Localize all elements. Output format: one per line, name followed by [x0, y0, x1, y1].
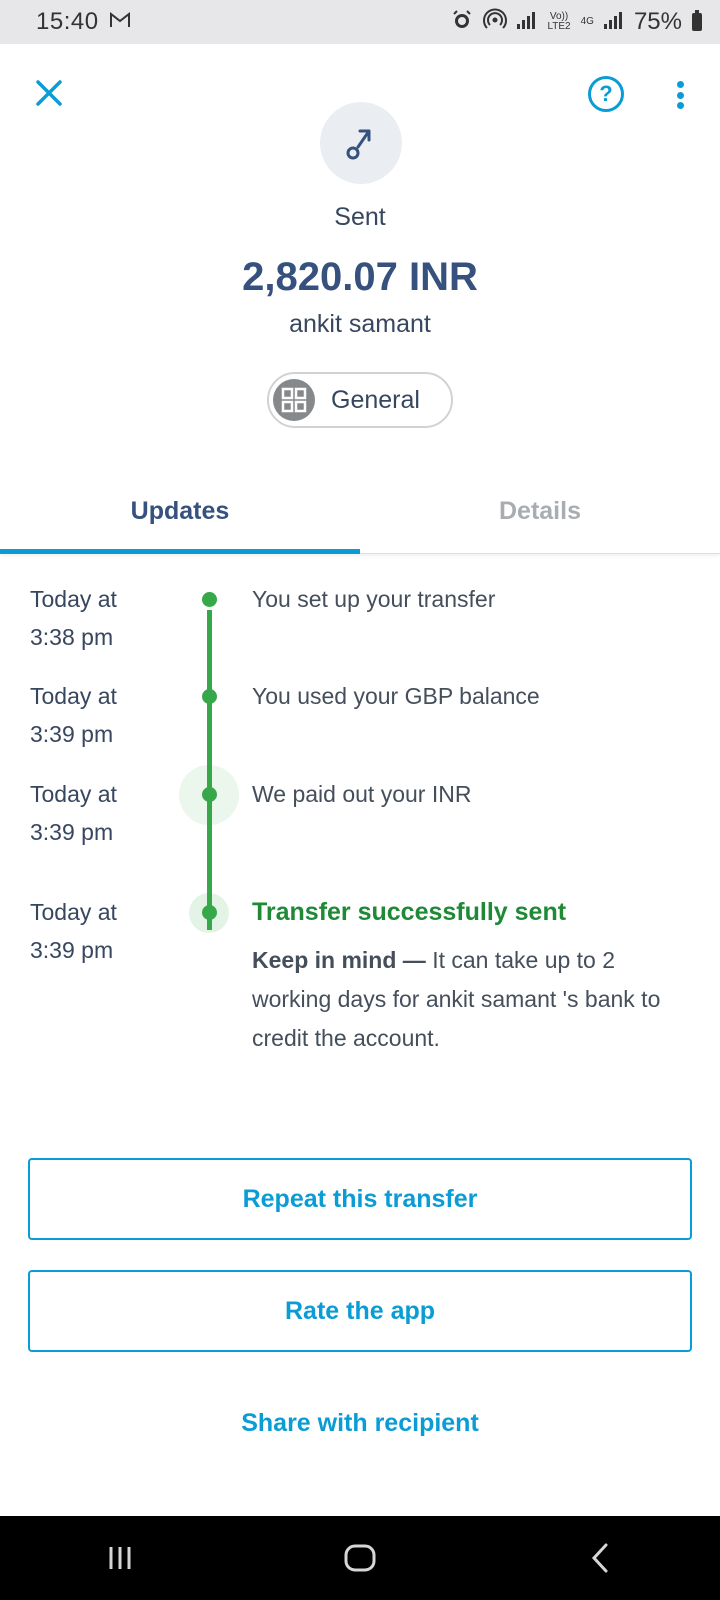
timeline-time-clock: 3:39 pm: [30, 819, 114, 845]
timeline-success-text: Transfer successfully sent: [252, 898, 567, 926]
recents-icon: [109, 1547, 131, 1569]
hotspot-icon: [483, 8, 508, 37]
repeat-transfer-button[interactable]: Repeat this transfer: [28, 1158, 692, 1240]
timeline-time-clock: 3:38 pm: [30, 624, 114, 650]
timeline-time-day: Today at: [30, 683, 117, 709]
timeline-dot: [202, 689, 217, 704]
timeline-dot: [202, 592, 217, 607]
status-icons: Vo)) LTE2 4G 75%: [451, 8, 702, 37]
recents-button[interactable]: [90, 1528, 150, 1588]
timeline-text: You set up your transfer: [252, 586, 496, 612]
recipient-name: ankit samant: [289, 310, 431, 338]
timeline-note: Keep in mind — It can take up to 2 worki…: [252, 941, 692, 1058]
share-with-recipient-button[interactable]: Share with recipient: [0, 1398, 720, 1448]
grid-icon: [273, 379, 315, 421]
category-chip[interactable]: General: [267, 372, 453, 428]
signal-icon-2: [603, 11, 624, 34]
timeline-time: Today at 3:39 pm: [30, 775, 190, 851]
network-type: Vo)) LTE2: [547, 12, 570, 32]
network-4g: 4G: [580, 16, 594, 27]
more-vertical-icon: [676, 81, 684, 88]
timeline-text: You used your GBP balance: [252, 683, 540, 709]
timeline-dot: [202, 787, 217, 802]
timeline-time: Today at 3:38 pm: [30, 580, 190, 656]
gmail-icon: [109, 11, 131, 34]
tab-details[interactable]: Details: [360, 470, 720, 553]
battery-percent: 75%: [633, 8, 682, 35]
send-arrow-icon: [320, 102, 402, 184]
timeline-time-clock: 3:39 pm: [30, 721, 114, 747]
status-bar: 15:40 Vo)) LTE2 4G 75%: [0, 0, 720, 44]
alarm-icon: [451, 9, 473, 36]
close-button[interactable]: [34, 78, 64, 108]
timeline-time-clock: 3:39 pm: [30, 937, 114, 963]
tab-updates[interactable]: Updates: [0, 470, 360, 554]
battery-icon: [692, 10, 702, 31]
more-options-button[interactable]: [668, 78, 692, 112]
home-button[interactable]: [330, 1528, 390, 1588]
back-button[interactable]: [570, 1528, 630, 1588]
network-lte: LTE2: [547, 21, 571, 32]
help-button[interactable]: ?: [588, 76, 624, 112]
timeline-text: We paid out your INR: [252, 781, 472, 807]
timeline-time-day: Today at: [30, 586, 117, 612]
timeline-note-bold: Keep in mind —: [252, 947, 426, 973]
tab-bar: Updates Details: [0, 470, 720, 554]
signal-icon: [517, 11, 537, 34]
category-label: General: [331, 385, 420, 414]
back-icon: [591, 1543, 608, 1573]
timeline-time-day: Today at: [30, 899, 117, 925]
rate-app-button[interactable]: Rate the app: [28, 1270, 692, 1352]
help-icon: ?: [599, 81, 613, 106]
timeline-time: Today at 3:39 pm: [30, 677, 190, 753]
status-time: 15:40: [36, 8, 99, 35]
timeline-dot: [202, 905, 217, 920]
timeline-time-day: Today at: [30, 781, 117, 807]
system-nav-bar: [0, 1516, 720, 1600]
transfer-status: Sent: [334, 203, 386, 231]
close-icon: [36, 80, 62, 106]
transfer-amount: 2,820.07 INR: [242, 255, 478, 299]
home-icon: [344, 1544, 376, 1572]
timeline-time: Today at 3:39 pm: [30, 893, 190, 969]
